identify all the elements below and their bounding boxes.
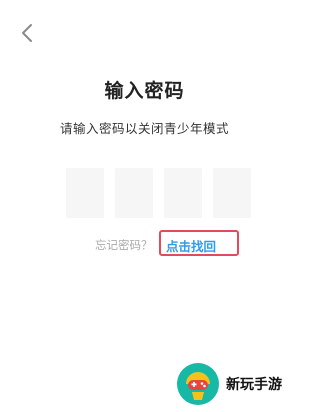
pin-box[interactable] [115,168,153,218]
back-button[interactable] [18,22,38,44]
chevron-left-icon [22,24,32,42]
gamepad-logo-icon [177,363,219,405]
pin-box[interactable] [213,168,251,218]
watermark-brand: 新玩手游 [226,377,282,393]
recover-password-link[interactable]: 点击找回 [166,236,216,255]
page-title: 输入密码 [104,80,185,102]
watermark: 新玩手游 [176,362,289,408]
pin-box[interactable] [164,168,202,218]
pin-box[interactable] [66,168,104,218]
forgot-password-label: 忘记密码？ [95,238,153,252]
page-subtitle: 请输入密码以关闭青少年模式 [59,121,229,136]
forgot-password-row: 忘记密码？ 点击找回 [0,230,289,258]
pin-input[interactable] [66,168,256,218]
